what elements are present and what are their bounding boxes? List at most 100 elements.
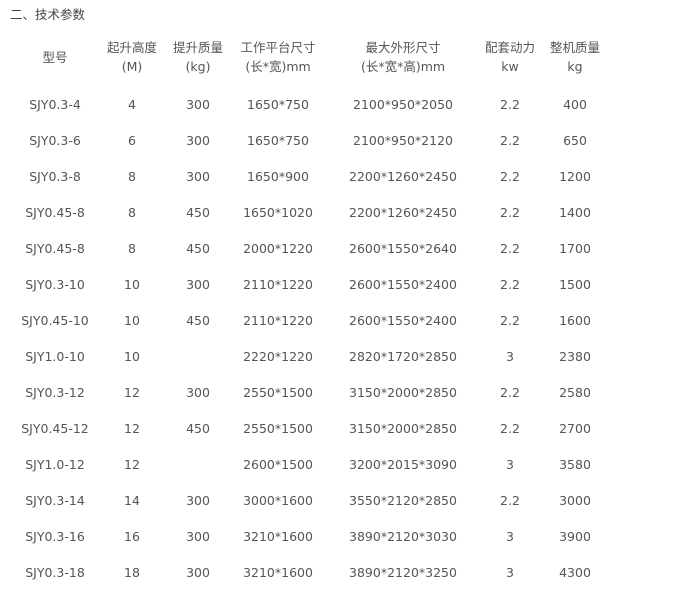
cell-platform-size: 2550*1500 <box>243 420 313 436</box>
cell-overall-size: 3150*2000*2850 <box>349 420 457 436</box>
cell-machine-weight: 3900 <box>559 528 591 544</box>
cell-lift-capacity: 300 <box>186 384 210 400</box>
cell-platform-size: 3210*1600 <box>243 564 313 580</box>
header-lift-height-unit: (M) <box>121 59 143 74</box>
cell-power: 3 <box>506 456 514 472</box>
header-overall-size: 最大外形尺寸 (长*宽*高)mm <box>324 28 482 86</box>
cell-lift-capacity: 300 <box>186 96 210 112</box>
table-row: SJY0.45-8 8 450 2000*1220 2600*1550*2640 2.2 1… <box>10 230 612 266</box>
cell-platform-size: 1650*900 <box>247 168 309 184</box>
cell-overall-size: 3890*2120*3030 <box>349 528 457 544</box>
header-power-unit: kw <box>501 59 519 74</box>
header-power: 配套动力 kw <box>482 28 538 86</box>
header-overall-size-label: 最大外形尺寸 <box>365 40 441 55</box>
cell-overall-size: 3150*2000*2850 <box>349 384 457 400</box>
header-platform-size-unit: (长*宽)mm <box>245 59 311 74</box>
cell-lift-height: 10 <box>124 276 140 292</box>
cell-platform-size: 1650*750 <box>247 96 309 112</box>
cell-model: SJY0.45-12 <box>21 420 89 436</box>
cell-lift-height: 8 <box>128 168 136 184</box>
cell-lift-capacity: 300 <box>186 276 210 292</box>
table-row: SJY0.3-6 6 300 1650*750 2100*950*2120 2.2 650 <box>10 122 612 158</box>
table-row: SJY0.45-12 12 450 2550*1500 3150*2000*2850 2.… <box>10 410 612 446</box>
cell-overall-size: 3550*2120*2850 <box>349 492 457 508</box>
cell-power: 2.2 <box>500 240 520 256</box>
cell-lift-height: 8 <box>128 204 136 220</box>
table-row: SJY0.3-8 8 300 1650*900 2200*1260*2450 2.2 120… <box>10 158 612 194</box>
header-lift-height-label: 起升高度 <box>106 40 157 55</box>
table-row: SJY0.45-8 8 450 1650*1020 2200*1260*2450 2.2 1… <box>10 194 612 230</box>
cell-lift-height: 6 <box>128 132 136 148</box>
header-overall-size-unit: (长*宽*高)mm <box>360 59 446 74</box>
cell-machine-weight: 2380 <box>559 348 591 364</box>
cell-overall-size: 2100*950*2050 <box>353 96 453 112</box>
cell-overall-size: 2200*1260*2450 <box>349 168 457 184</box>
cell-platform-size: 2000*1220 <box>243 240 313 256</box>
cell-platform-size: 1650*750 <box>247 132 309 148</box>
cell-model: SJY0.3-4 <box>29 96 81 112</box>
cell-lift-capacity <box>164 338 232 374</box>
cell-power: 2.2 <box>500 168 520 184</box>
cell-platform-size: 2600*1500 <box>243 456 313 472</box>
cell-machine-weight: 2700 <box>559 420 591 436</box>
cell-lift-capacity: 300 <box>186 564 210 580</box>
cell-lift-capacity <box>164 446 232 482</box>
cell-model: SJY0.3-6 <box>29 132 81 148</box>
header-lift-height: 起升高度 (M) <box>100 28 164 86</box>
cell-lift-height: 12 <box>124 456 140 472</box>
cell-power: 3 <box>506 348 514 364</box>
cell-power: 2.2 <box>500 384 520 400</box>
cell-lift-height: 18 <box>124 564 140 580</box>
cell-overall-size: 3200*2015*3090 <box>349 456 457 472</box>
header-lift-capacity-unit: (kg) <box>185 59 211 74</box>
cell-power: 2.2 <box>500 312 520 328</box>
cell-power: 2.2 <box>500 276 520 292</box>
cell-lift-capacity: 300 <box>186 492 210 508</box>
cell-power: 3 <box>506 528 514 544</box>
cell-power: 3 <box>506 564 514 580</box>
header-platform-size-label: 工作平台尺寸 <box>240 40 316 55</box>
cell-power: 2.2 <box>500 420 520 436</box>
cell-lift-height: 4 <box>128 96 136 112</box>
cell-model: SJY1.0-10 <box>25 348 85 364</box>
cell-machine-weight: 4300 <box>559 564 591 580</box>
cell-lift-capacity: 450 <box>186 204 210 220</box>
cell-overall-size: 2100*950*2120 <box>353 132 453 148</box>
cell-model: SJY0.3-12 <box>25 384 85 400</box>
cell-lift-capacity: 450 <box>186 420 210 436</box>
cell-machine-weight: 1700 <box>559 240 591 256</box>
header-row: 型号 起升高度 (M) 提升质量 (kg) 工作平台尺寸 (长*宽)mm 最大外形尺寸 (长*宽… <box>10 28 612 86</box>
section-title: 二、技术参数 <box>10 7 86 22</box>
cell-model: SJY0.3-18 <box>25 564 85 580</box>
cell-platform-size: 2110*1220 <box>243 312 313 328</box>
table-row: SJY0.3-10 10 300 2110*1220 2600*1550*2400 2.2… <box>10 266 612 302</box>
cell-model: SJY0.3-16 <box>25 528 85 544</box>
cell-lift-height: 12 <box>124 420 140 436</box>
cell-platform-size: 2220*1220 <box>243 348 313 364</box>
cell-platform-size: 2110*1220 <box>243 276 313 292</box>
cell-platform-size: 3000*1600 <box>243 492 313 508</box>
cell-machine-weight: 400 <box>563 96 587 112</box>
cell-machine-weight: 1400 <box>559 204 591 220</box>
cell-machine-weight: 1200 <box>559 168 591 184</box>
table-row: SJY0.3-14 14 300 3000*1600 3550*2120*2850 2.2… <box>10 482 612 518</box>
table-row: SJY0.3-12 12 300 2550*1500 3150*2000*2850 2.2… <box>10 374 612 410</box>
cell-model: SJY1.0-12 <box>25 456 85 472</box>
cell-lift-capacity: 450 <box>186 312 210 328</box>
cell-machine-weight: 3000 <box>559 492 591 508</box>
cell-overall-size: 2600*1550*2400 <box>349 276 457 292</box>
cell-platform-size: 1650*1020 <box>243 204 313 220</box>
cell-model: SJY0.45-8 <box>25 240 85 256</box>
cell-lift-capacity: 300 <box>186 168 210 184</box>
cell-lift-height: 14 <box>124 492 140 508</box>
header-model-label: 型号 <box>42 49 68 65</box>
table-row: SJY0.45-10 10 450 2110*1220 2600*1550*2400 2.… <box>10 302 612 338</box>
cell-lift-height: 10 <box>124 348 140 364</box>
cell-overall-size: 2600*1550*2640 <box>349 240 457 256</box>
table-row: SJY1.0-12 12 2600*1500 3200*2015*3090 3 3580 <box>10 446 612 482</box>
table-row: SJY0.3-4 4 300 1650*750 2100*950*2050 2.2 400 <box>10 86 612 122</box>
spec-table: 型号 起升高度 (M) 提升质量 (kg) 工作平台尺寸 (长*宽)mm 最大外形尺寸 (长*宽… <box>10 28 612 590</box>
header-machine-weight-label: 整机质量 <box>549 40 600 55</box>
cell-overall-size: 2820*1720*2850 <box>349 348 457 364</box>
header-machine-weight: 整机质量 kg <box>538 28 612 86</box>
